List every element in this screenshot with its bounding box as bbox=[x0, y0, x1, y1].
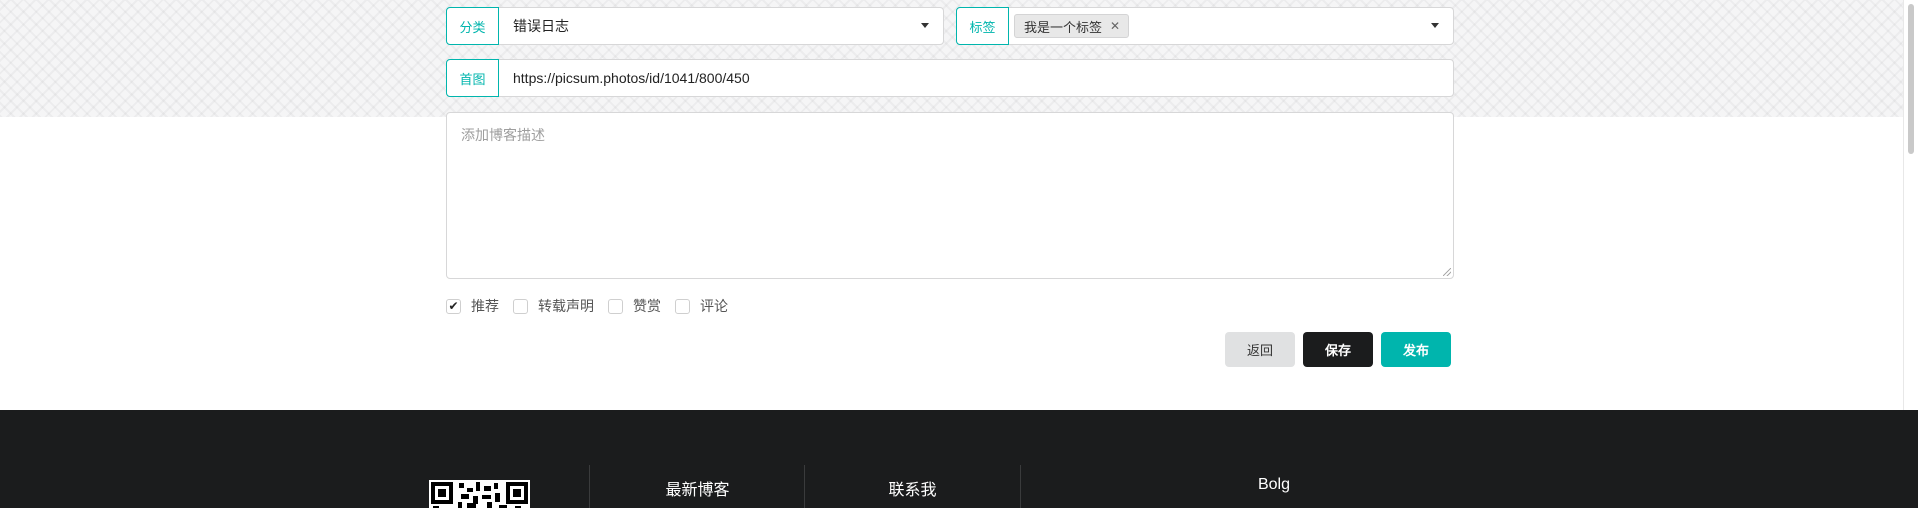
options-checkbox-group: ✔ 推荐 转载声明 赞赏 评论 bbox=[446, 296, 742, 316]
checkbox-comment[interactable] bbox=[675, 298, 690, 314]
tags-label: 标签 bbox=[956, 7, 1009, 45]
footer-brand-title: Bolg bbox=[1257, 476, 1291, 493]
option-recommend-label: 推荐 bbox=[471, 298, 499, 314]
footer-contact-title: 联系我 bbox=[888, 482, 937, 499]
description-textarea[interactable]: 添加博客描述 bbox=[446, 112, 1454, 279]
publish-button[interactable]: 发布 bbox=[1381, 332, 1451, 367]
footer-divider bbox=[1020, 465, 1021, 508]
scrollbar-thumb[interactable] bbox=[1908, 4, 1914, 154]
save-button[interactable]: 保存 bbox=[1303, 332, 1373, 367]
caret-down-icon[interactable] bbox=[1431, 23, 1439, 28]
option-comment[interactable]: 评论 bbox=[675, 296, 728, 316]
close-icon[interactable]: ✕ bbox=[1110, 19, 1120, 33]
back-button[interactable]: 返回 bbox=[1225, 332, 1295, 367]
footer-divider bbox=[589, 465, 590, 508]
site-footer: 最新博客 联系我 Bolg bbox=[0, 410, 1918, 508]
category-value: 错误日志 bbox=[513, 18, 569, 34]
resize-handle-icon[interactable] bbox=[1443, 268, 1451, 276]
option-appreciate[interactable]: 赞赏 bbox=[608, 296, 661, 316]
cover-label: 首图 bbox=[446, 59, 499, 97]
footer-divider bbox=[804, 465, 805, 508]
caret-down-icon[interactable] bbox=[921, 23, 929, 28]
tags-value-area[interactable]: 我是一个标签 ✕ bbox=[1009, 8, 1453, 44]
option-repost-notice-label: 转载声明 bbox=[538, 298, 594, 314]
tag-chip-label: 我是一个标签 bbox=[1024, 19, 1103, 35]
category-select[interactable]: 分类 错误日志 bbox=[446, 7, 944, 45]
category-label: 分类 bbox=[446, 7, 499, 45]
checkbox-repost-notice[interactable] bbox=[513, 298, 528, 314]
tags-select[interactable]: 标签 我是一个标签 ✕ bbox=[956, 7, 1454, 45]
cover-url-field[interactable]: 首图 https://picsum.photos/id/1041/800/450 bbox=[446, 59, 1454, 97]
option-repost-notice[interactable]: 转载声明 bbox=[513, 296, 594, 316]
checkbox-appreciate[interactable] bbox=[608, 298, 623, 314]
footer-latest-blogs-title: 最新博客 bbox=[665, 482, 730, 499]
category-value-area[interactable]: 错误日志 bbox=[499, 8, 943, 44]
qr-code-icon bbox=[429, 480, 530, 508]
cover-url-value: https://picsum.photos/id/1041/800/450 bbox=[513, 70, 750, 86]
description-placeholder: 添加博客描述 bbox=[461, 127, 545, 143]
option-recommend[interactable]: ✔ 推荐 bbox=[446, 296, 499, 316]
option-comment-label: 评论 bbox=[700, 298, 728, 314]
check-icon[interactable]: ✔ bbox=[446, 298, 461, 314]
tag-chip: 我是一个标签 ✕ bbox=[1014, 14, 1130, 38]
option-appreciate-label: 赞赏 bbox=[633, 298, 661, 314]
cover-url-input[interactable]: https://picsum.photos/id/1041/800/450 bbox=[499, 60, 1453, 96]
